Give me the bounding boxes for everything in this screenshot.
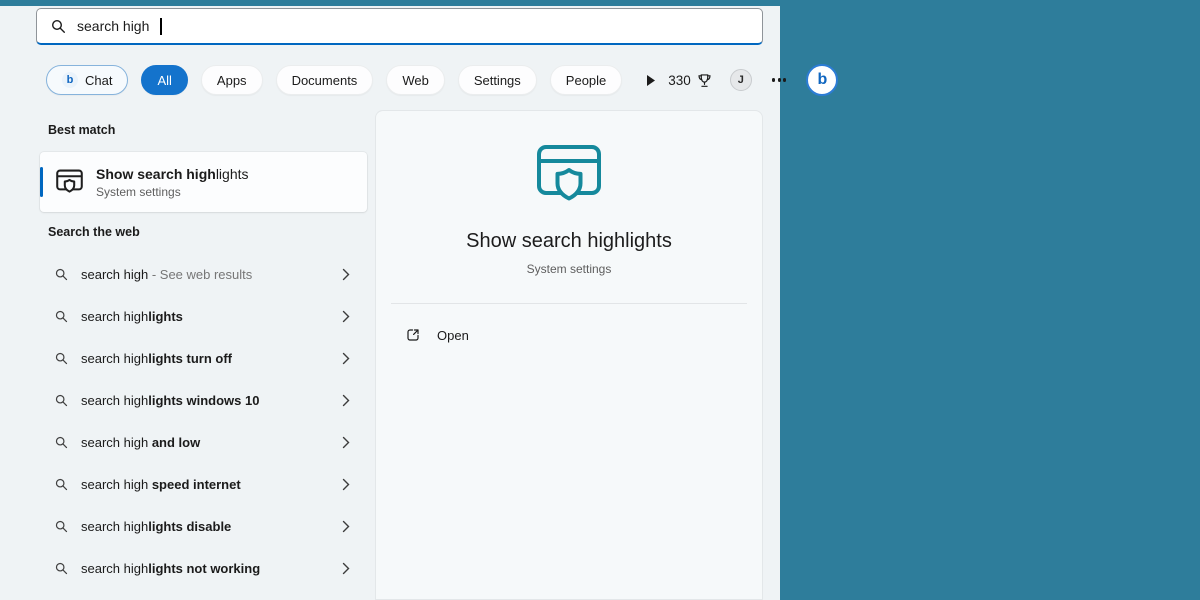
filter-tab-documents[interactable]: Documents [276,65,374,95]
filter-tab-all[interactable]: All [141,65,187,95]
search-icon [51,19,66,34]
web-suggestions-list: search high - See web results search hig… [40,253,367,589]
preview-title: Show search highlights [466,230,672,253]
expand-chevron-icon[interactable] [338,306,354,327]
expand-chevron-icon[interactable] [338,264,354,285]
filter-chat-button[interactable]: b Chat [46,65,128,95]
search-icon [55,478,68,491]
expand-chevron-icon[interactable] [338,432,354,453]
divider [391,303,747,304]
preview-subtitle: System settings [527,262,612,276]
search-flyout: search high b Chat All Apps Documents We… [0,0,780,600]
web-suggestion-item[interactable]: search highlights [40,295,367,337]
expand-chevron-icon[interactable] [338,474,354,495]
web-suggestion-item[interactable]: search high speed internet [40,463,367,505]
search-icon [55,310,68,323]
search-query-text: search high [77,18,149,34]
web-suggestion-item[interactable]: search high and low [40,421,367,463]
section-label-web: Search the web [48,225,367,240]
more-icon [772,78,775,81]
best-match-title: Show search highlights [96,166,249,182]
rewards-count: 330 [668,73,691,88]
results-column: Best match Show search highlights System… [40,110,367,589]
search-highlights-icon-large [536,144,602,206]
bing-icon: b [817,71,827,89]
more-filters-button[interactable] [647,75,655,86]
text-caret [160,18,162,35]
open-icon [405,327,421,343]
toolbar-right-cluster: 330 J b [668,64,838,96]
search-input[interactable]: search high [36,8,763,45]
selection-indicator [40,167,43,197]
filter-tab-web[interactable]: Web [386,65,445,95]
flyout-top-edge [0,0,780,6]
search-icon [55,562,68,575]
bing-chat-icon: b [62,72,78,88]
search-icon [55,268,68,281]
more-options-button[interactable] [770,72,789,87]
web-suggestion-item[interactable]: search high - See web results [40,253,367,295]
web-suggestion-item[interactable]: search highlights disable [40,505,367,547]
section-label-best-match: Best match [48,123,367,138]
open-label: Open [437,328,469,343]
filter-tab-settings[interactable]: Settings [458,65,537,95]
search-icon [55,520,68,533]
expand-chevron-icon[interactable] [338,516,354,537]
web-suggestion-item[interactable]: search highlights not working [40,547,367,589]
best-match-item[interactable]: Show search highlights System settings [40,152,367,212]
web-suggestion-item[interactable]: search highlights turn off [40,337,367,379]
web-suggestion-item[interactable]: search highlights windows 10 [40,379,367,421]
desktop-background: search high b Chat All Apps Documents We… [0,0,1200,600]
expand-chevron-icon[interactable] [338,558,354,579]
account-avatar[interactable]: J [730,69,752,91]
bing-button[interactable]: b [806,64,838,96]
search-icon [55,394,68,407]
rewards-button[interactable]: 330 [668,73,712,88]
filter-tab-apps[interactable]: Apps [201,65,263,95]
best-match-subtitle: System settings [96,185,249,199]
expand-chevron-icon[interactable] [338,348,354,369]
search-highlights-icon [56,169,83,195]
filter-bar: b Chat All Apps Documents Web Settings P… [46,65,763,95]
search-icon [55,436,68,449]
expand-chevron-icon[interactable] [338,390,354,411]
filter-tab-people[interactable]: People [550,65,622,95]
open-action[interactable]: Open [390,317,748,353]
trophy-icon [697,73,712,88]
play-arrow-icon [647,75,655,86]
filter-chat-label: Chat [85,73,112,88]
preview-pane: Show search highlights System settings O… [375,110,763,600]
search-icon [55,352,68,365]
